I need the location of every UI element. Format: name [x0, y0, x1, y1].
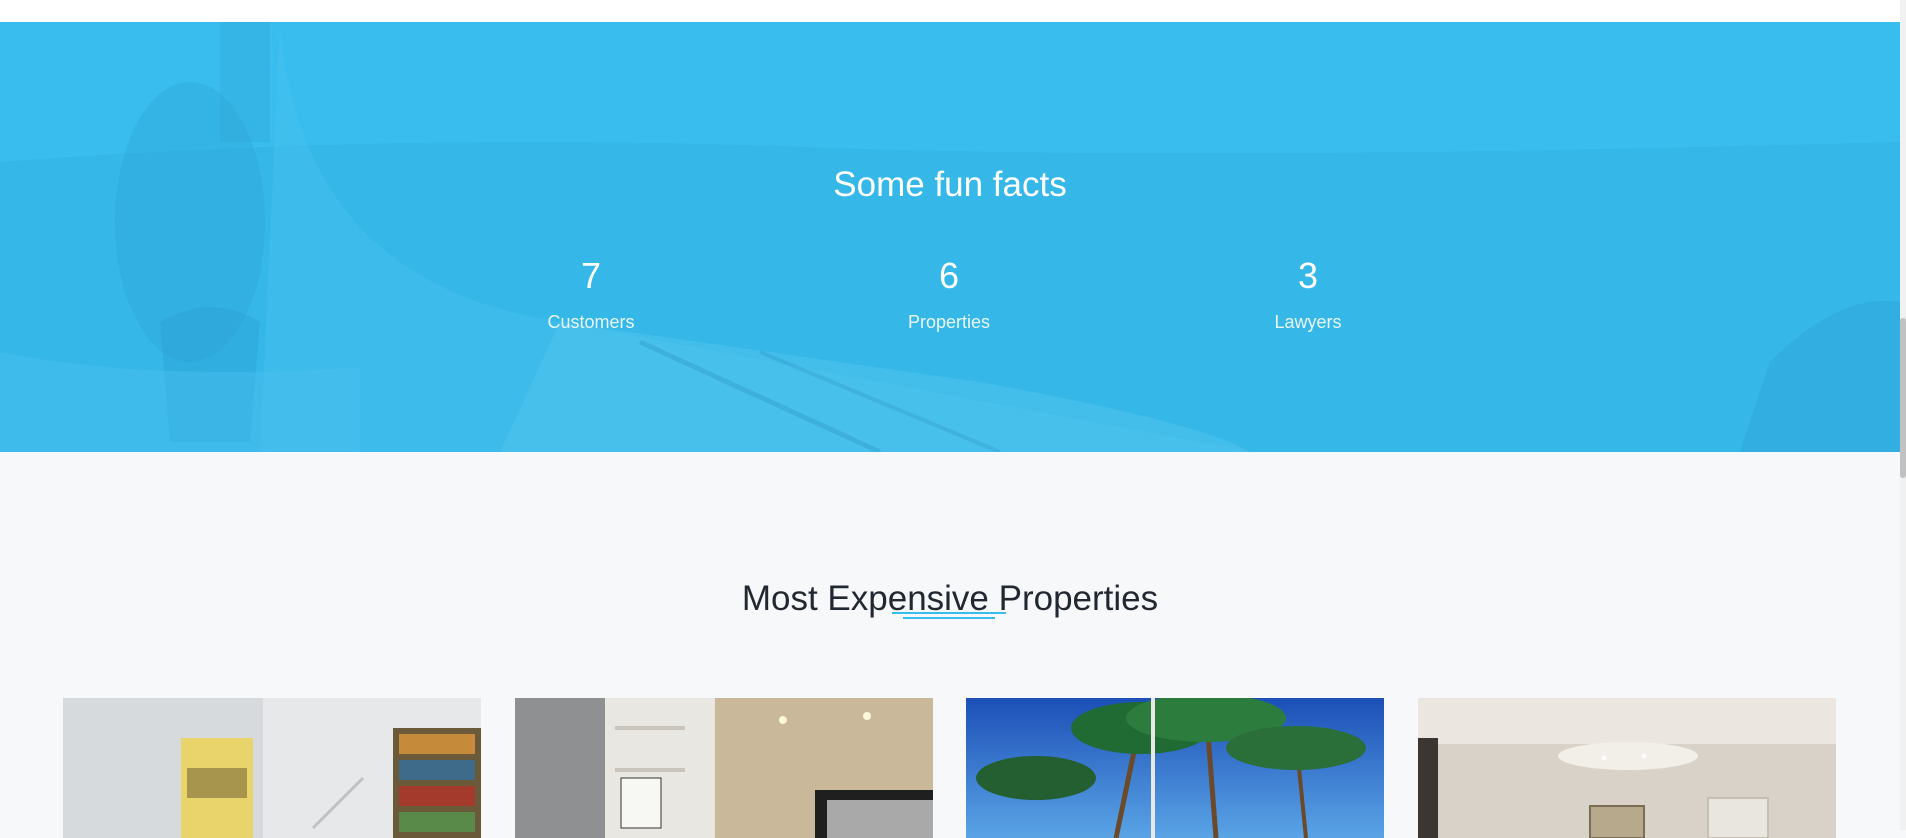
fact-properties: 6 Properties	[839, 254, 1059, 333]
fun-facts-section: Some fun facts 7 Customers 6 Properties …	[0, 22, 1900, 452]
fun-facts-title: Some fun facts	[833, 165, 1067, 205]
divider-line	[903, 617, 995, 619]
property-card[interactable]	[63, 698, 481, 838]
fact-customers: 7 Customers	[481, 254, 701, 333]
property-image[interactable]	[515, 698, 933, 838]
fact-value: 7	[580, 255, 602, 296]
fact-label: Customers	[547, 312, 635, 332]
fact-label: Lawyers	[1274, 312, 1342, 332]
property-card[interactable]	[515, 698, 933, 838]
fact-lawyers: 3 Lawyers	[1198, 254, 1418, 333]
scrollbar[interactable]	[1900, 0, 1906, 830]
property-card[interactable]	[966, 698, 1384, 838]
fact-value: 6	[938, 255, 960, 296]
scrollbar-thumb[interactable]	[1900, 318, 1906, 478]
top-bar	[0, 0, 1900, 22]
property-image[interactable]	[63, 698, 481, 838]
title-divider	[892, 612, 1006, 622]
fun-facts-background-image	[0, 22, 1900, 452]
property-image[interactable]	[966, 698, 1384, 838]
fact-label: Properties	[907, 312, 991, 332]
property-image[interactable]	[1418, 698, 1836, 838]
property-card[interactable]	[1418, 698, 1836, 838]
fact-value: 3	[1297, 255, 1319, 296]
divider-line	[892, 612, 1006, 614]
